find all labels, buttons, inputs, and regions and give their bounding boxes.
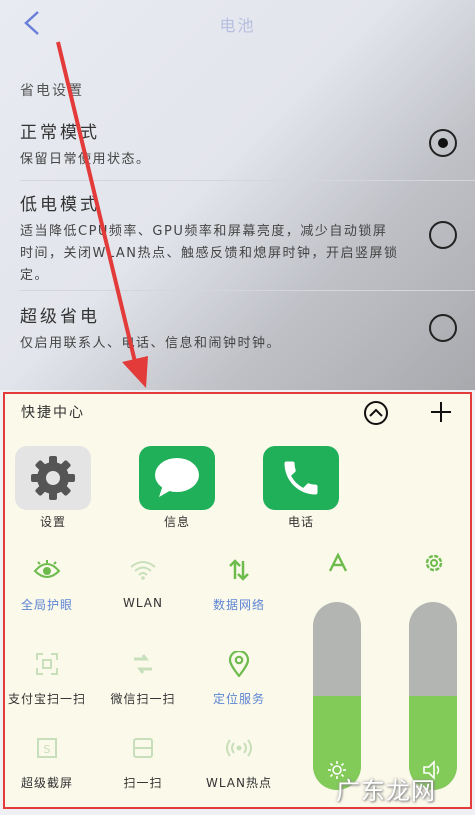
brightness-slider[interactable]: [313, 602, 361, 790]
quick-panel-title: 快捷中心: [21, 405, 85, 421]
option-name: 正常模式: [20, 123, 100, 143]
phone-icon: [263, 446, 339, 510]
toggle-label: 支付宝扫一扫: [7, 692, 86, 706]
quick-panel: 快捷中心 设置 信息 电话 全局护眼 WLAN 数据网络 支付宝扫一扫 微信扫一…: [3, 392, 472, 809]
option-name: 低电模式: [20, 195, 100, 215]
toggle-label: 超级截屏: [20, 776, 73, 790]
font-size-icon[interactable]: [327, 552, 349, 574]
toggle-scan[interactable]: 扫一扫: [93, 734, 193, 791]
toggle-label: 微信扫一扫: [110, 692, 176, 706]
app-label: 信息: [163, 515, 190, 529]
toggle-mobile-data[interactable]: 数据网络: [189, 556, 289, 613]
location-icon: [189, 650, 289, 678]
toggle-wlan-hotspot[interactable]: WLAN热点: [189, 734, 289, 791]
toggle-wechat-scan[interactable]: 微信扫一扫: [93, 650, 193, 707]
gear-icon: [15, 446, 91, 510]
radio-low-power-mode[interactable]: [429, 221, 457, 249]
toggle-super-screenshot[interactable]: S 超级截屏: [0, 734, 97, 791]
divider: [20, 180, 475, 181]
scan-icon: [93, 734, 193, 762]
radio-normal-mode[interactable]: [429, 129, 457, 157]
plus-icon[interactable]: [429, 400, 453, 424]
toggle-label: 定位服务: [212, 692, 265, 706]
toggle-label: WLAN热点: [205, 776, 272, 790]
toggle-location[interactable]: 定位服务: [189, 650, 289, 707]
toggle-label: 扫一扫: [123, 776, 163, 790]
option-name: 超级省电: [20, 307, 100, 327]
hotspot-icon: [189, 734, 289, 762]
scan-frame-icon: [0, 650, 97, 678]
wifi-icon: [93, 556, 193, 584]
battery-settings-page: 电池 省电设置 正常模式 保留日常使用状态。 低电模式 适当降低CPU频率、GP…: [0, 0, 475, 390]
toggle-label: 数据网络: [212, 598, 265, 612]
option-desc: 保留日常使用状态。: [20, 152, 151, 167]
data-arrows-icon: [189, 556, 289, 584]
section-label: 省电设置: [20, 83, 84, 99]
option-low-power-mode[interactable]: 低电模式 适当降低CPU频率、GPU频率和屏幕亮度，减少自动锁屏时间，关闭WLA…: [20, 190, 400, 287]
wechat-scan-icon: [93, 650, 193, 678]
radio-super-saver[interactable]: [429, 314, 457, 342]
divider: [20, 290, 475, 291]
option-normal-mode[interactable]: 正常模式 保留日常使用状态。: [20, 118, 420, 171]
app-label: 设置: [39, 515, 66, 529]
toggle-eye-care[interactable]: 全局护眼: [0, 556, 97, 613]
toggle-label: WLAN: [122, 596, 163, 610]
toggle-alipay-scan[interactable]: 支付宝扫一扫: [0, 650, 97, 707]
toggle-wlan[interactable]: WLAN: [93, 556, 193, 610]
app-phone[interactable]: 电话: [261, 446, 341, 530]
screenshot-icon: S: [0, 734, 97, 762]
option-desc: 适当降低CPU频率、GPU频率和屏幕亮度，减少自动锁屏时间，关闭WLAN热点、触…: [20, 224, 399, 283]
page-title: 电池: [219, 16, 256, 35]
message-icon: [139, 446, 215, 510]
app-label: 电话: [287, 515, 314, 529]
option-super-saver[interactable]: 超级省电 仅启用联系人、电话、信息和闹钟时钟。: [20, 302, 420, 355]
collapse-icon[interactable]: [363, 400, 389, 426]
option-desc: 仅启用联系人、电话、信息和闹钟时钟。: [20, 336, 282, 351]
volume-slider[interactable]: [409, 602, 457, 790]
app-messages[interactable]: 信息: [137, 446, 217, 530]
toggle-label: 全局护眼: [20, 598, 73, 612]
eye-icon: [0, 556, 97, 584]
svg-text:S: S: [44, 743, 51, 756]
settings-icon[interactable]: [423, 552, 445, 574]
watermark: 广东龙网: [336, 777, 436, 805]
app-settings[interactable]: 设置: [13, 446, 93, 530]
